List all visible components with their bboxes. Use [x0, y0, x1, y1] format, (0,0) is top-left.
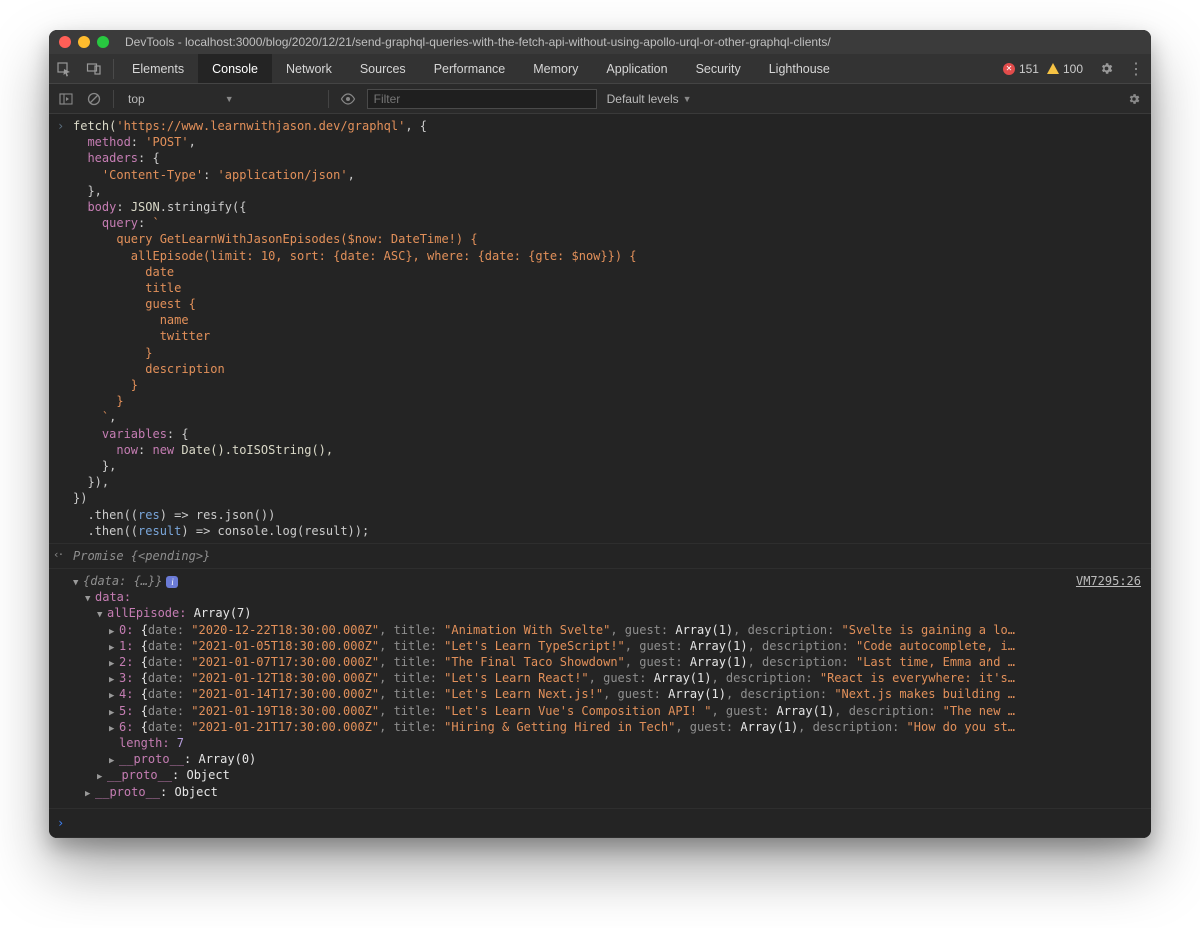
- tab-performance[interactable]: Performance: [420, 54, 520, 83]
- chevron-down-icon: ▼: [225, 94, 234, 104]
- inspect-element-icon[interactable]: [49, 54, 79, 83]
- tree-proto-object[interactable]: __proto__: Object: [73, 784, 1141, 800]
- expand-caret-icon[interactable]: [85, 589, 95, 605]
- separator: [113, 59, 114, 79]
- console-input-echo[interactable]: fetch('https://www.learnwithjason.dev/gr…: [49, 114, 1151, 544]
- tree-row-episode[interactable]: 2: {date: "2021-01-07T17:30:00.000Z", ti…: [73, 654, 1141, 670]
- expand-caret-icon[interactable]: [109, 638, 119, 654]
- warnings-badge[interactable]: 100: [1047, 54, 1083, 83]
- devtools-tabstrip: Elements Console Network Sources Perform…: [49, 54, 1151, 84]
- levels-label: Default levels: [607, 92, 679, 106]
- separator: [328, 90, 329, 108]
- info-icon[interactable]: i: [166, 576, 178, 588]
- tab-lighthouse[interactable]: Lighthouse: [755, 54, 844, 83]
- expand-caret-icon[interactable]: [109, 686, 119, 702]
- titlebar: DevTools - localhost:3000/blog/2020/12/2…: [49, 30, 1151, 54]
- expand-caret-icon[interactable]: [109, 670, 119, 686]
- tree-proto-object[interactable]: __proto__: Object: [73, 767, 1141, 783]
- warning-icon: [1047, 63, 1059, 74]
- errors-count: 151: [1019, 62, 1039, 76]
- console-sidebar-toggle-icon[interactable]: [57, 90, 75, 108]
- expand-caret-icon[interactable]: [109, 622, 119, 638]
- expand-caret-icon[interactable]: [109, 703, 119, 719]
- tab-network[interactable]: Network: [272, 54, 346, 83]
- tab-memory[interactable]: Memory: [519, 54, 592, 83]
- error-icon: ✕: [1003, 63, 1015, 75]
- tree-row-episode[interactable]: 5: {date: "2021-01-19T18:30:00.000Z", ti…: [73, 703, 1141, 719]
- console-log-object[interactable]: VM7295:26 {data: {…}}i data: allEpisode:…: [49, 569, 1151, 809]
- tree-row-allepisode[interactable]: allEpisode: Array(7): [73, 605, 1141, 621]
- window-title: DevTools - localhost:3000/blog/2020/12/2…: [125, 35, 831, 49]
- expand-caret-icon[interactable]: [97, 767, 107, 783]
- tab-elements[interactable]: Elements: [118, 54, 198, 83]
- tab-application[interactable]: Application: [592, 54, 681, 83]
- device-toolbar-icon[interactable]: [79, 54, 109, 83]
- console-return-value[interactable]: Promise {<pending>}: [49, 544, 1151, 569]
- minimize-window-button[interactable]: [78, 36, 90, 48]
- tree-row-episode[interactable]: 6: {date: "2021-01-21T17:30:00.000Z", ti…: [73, 719, 1141, 735]
- separator: [113, 90, 114, 108]
- console-body: fetch('https://www.learnwithjason.dev/gr…: [49, 114, 1151, 838]
- errors-badge[interactable]: ✕ 151: [1003, 54, 1039, 83]
- tree-row-episode[interactable]: 4: {date: "2021-01-14T17:30:00.000Z", ti…: [73, 686, 1141, 702]
- more-menu-icon[interactable]: ⋮: [1121, 54, 1151, 83]
- clear-console-icon[interactable]: [85, 90, 103, 108]
- tree-row-episode[interactable]: 0: {date: "2020-12-22T18:30:00.000Z", ti…: [73, 622, 1141, 638]
- tree-proto-array[interactable]: __proto__: Array(0): [73, 751, 1141, 767]
- expand-caret-icon[interactable]: [109, 751, 119, 767]
- promise-text: Promise {<pending>}: [73, 549, 210, 563]
- expand-caret-icon[interactable]: [109, 719, 119, 735]
- close-window-button[interactable]: [59, 36, 71, 48]
- tab-sources[interactable]: Sources: [346, 54, 420, 83]
- tree-row-data[interactable]: data:: [73, 589, 1141, 605]
- window-controls: [59, 36, 109, 48]
- settings-gear-icon[interactable]: [1091, 54, 1121, 83]
- expand-caret-icon[interactable]: [73, 573, 83, 589]
- episode-rows-container: 0: {date: "2020-12-22T18:30:00.000Z", ti…: [73, 622, 1141, 735]
- tab-console[interactable]: Console: [198, 54, 272, 83]
- tab-security[interactable]: Security: [682, 54, 755, 83]
- expand-caret-icon[interactable]: [97, 605, 107, 621]
- context-selector[interactable]: top ▼: [124, 90, 318, 108]
- filter-input[interactable]: [367, 89, 597, 109]
- log-levels-selector[interactable]: Default levels ▼: [607, 92, 692, 106]
- live-expression-icon[interactable]: [339, 90, 357, 108]
- source-link[interactable]: VM7295:26: [1076, 573, 1141, 589]
- devtools-window: DevTools - localhost:3000/blog/2020/12/2…: [49, 30, 1151, 838]
- expand-caret-icon[interactable]: [85, 784, 95, 800]
- chevron-down-icon: ▼: [683, 94, 692, 104]
- warnings-count: 100: [1063, 62, 1083, 76]
- context-label: top: [128, 92, 145, 106]
- tree-length: length: 7: [73, 735, 1141, 751]
- console-prompt[interactable]: [49, 809, 1151, 838]
- maximize-window-button[interactable]: [97, 36, 109, 48]
- tree-row-episode[interactable]: 1: {date: "2021-01-05T18:30:00.000Z", ti…: [73, 638, 1141, 654]
- tree-row-episode[interactable]: 3: {date: "2021-01-12T18:30:00.000Z", ti…: [73, 670, 1141, 686]
- expand-caret-icon[interactable]: [109, 654, 119, 670]
- tree-row-root[interactable]: {data: {…}}i: [73, 573, 1141, 589]
- console-settings-gear-icon[interactable]: [1125, 90, 1143, 108]
- console-toolbar: top ▼ Default levels ▼: [49, 84, 1151, 114]
